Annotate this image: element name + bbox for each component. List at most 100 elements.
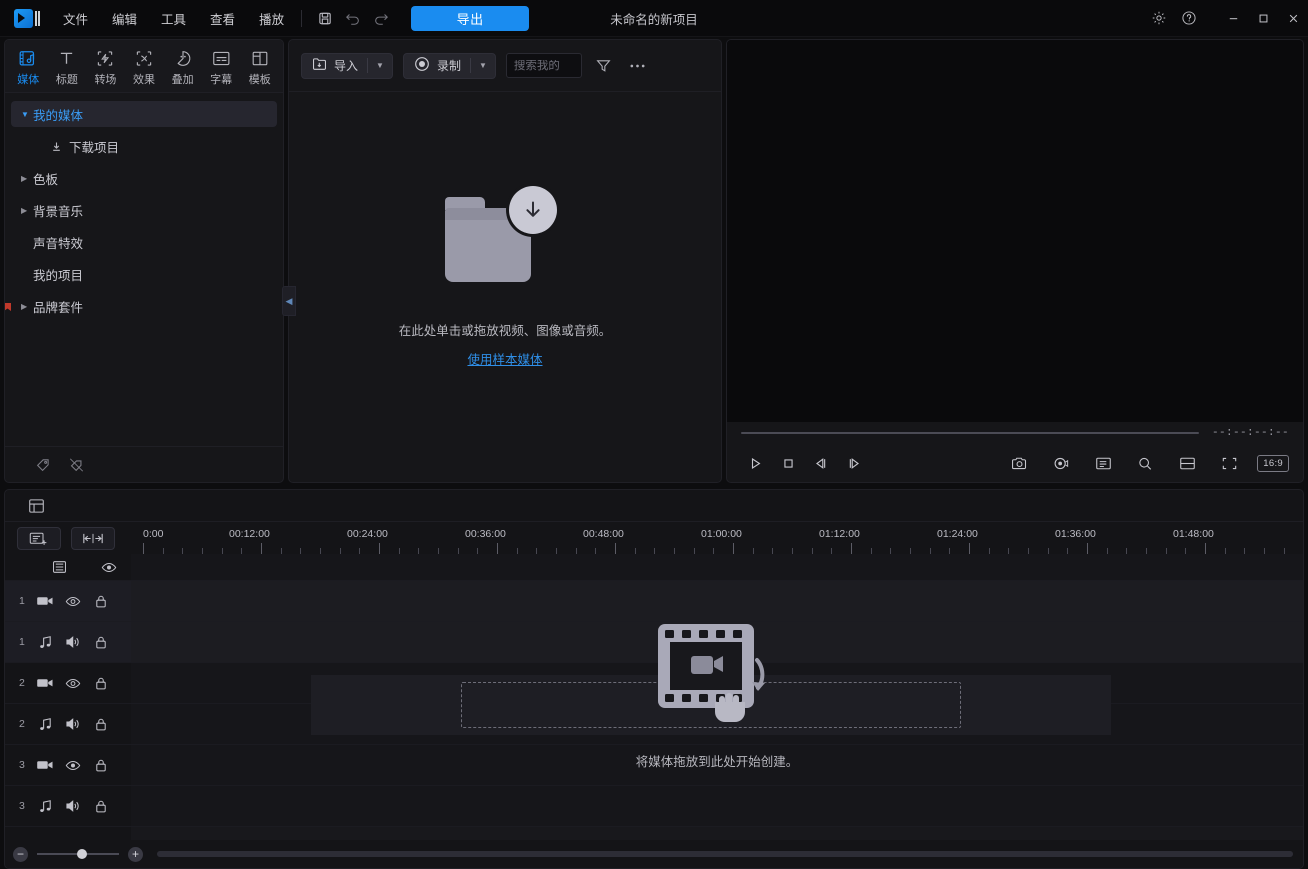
tab-transition[interactable]: 转场 — [86, 46, 125, 87]
timeline-layout-icon[interactable] — [23, 494, 49, 518]
master-video-icon[interactable] — [45, 560, 73, 574]
eye-icon[interactable] — [95, 562, 123, 573]
menu-play[interactable]: 播放 — [248, 4, 295, 33]
panel-collapse-toggle[interactable]: ◀ — [282, 286, 296, 316]
tag-icon[interactable] — [35, 457, 52, 473]
menu-view[interactable]: 查看 — [199, 4, 246, 33]
tag-off-icon[interactable] — [68, 457, 85, 473]
track-header-video-2[interactable]: 2 — [5, 663, 131, 704]
preview-timecode: --:--:--:-- — [1211, 427, 1289, 439]
speaker-icon[interactable] — [59, 717, 87, 731]
lock-icon[interactable] — [87, 758, 115, 773]
record-button[interactable]: 录制 ▼ — [402, 52, 496, 79]
track-number: 1 — [19, 595, 25, 607]
tab-template[interactable]: 模板 — [240, 46, 279, 87]
sidebar-item-label: 我的项目 — [33, 268, 84, 283]
library-tree: ▼ 我的媒体 下载项目 ▶ 色板 ▶ 背景音乐 声音特效 我的项目 ▶ 品牌套件 — [5, 93, 283, 446]
ruler-tick — [733, 543, 734, 554]
maximize-icon[interactable] — [1248, 2, 1278, 34]
lock-icon[interactable] — [87, 594, 115, 609]
lock-icon[interactable] — [87, 799, 115, 814]
redo-icon[interactable] — [368, 6, 394, 30]
record-dot-icon[interactable] — [1047, 450, 1075, 476]
markers-list-icon[interactable] — [1089, 450, 1117, 476]
overlay-icon — [174, 49, 192, 68]
add-track-icon[interactable] — [17, 526, 61, 550]
preview-panel: --:--:--:-- 16:9 — [726, 39, 1304, 483]
tab-title[interactable]: 标题 — [48, 46, 87, 87]
track-header-video-3[interactable]: 3 — [5, 745, 131, 786]
sidebar-item-background-music[interactable]: ▶ 背景音乐 — [11, 197, 277, 223]
sidebar-item-brand-kit[interactable]: ▶ 品牌套件 — [5, 293, 277, 319]
master-track-header[interactable] — [5, 554, 131, 581]
search-input[interactable] — [505, 53, 582, 78]
menu-file[interactable]: 文件 — [52, 4, 99, 33]
track-header-audio-3[interactable]: 3 — [5, 786, 131, 827]
chevron-right-icon: ▶ — [21, 173, 28, 183]
horizontal-scrollbar[interactable] — [157, 851, 1293, 857]
main-menu: 文件 编辑 工具 查看 播放 — [52, 4, 295, 33]
help-icon[interactable] — [1174, 2, 1204, 34]
sidebar-item-downloads[interactable]: 下载项目 — [11, 133, 277, 159]
lock-icon[interactable] — [87, 676, 115, 691]
chevron-down-icon[interactable]: ▼ — [471, 54, 495, 78]
fullscreen-icon[interactable] — [1215, 450, 1243, 476]
tab-media[interactable]: 媒体 — [9, 46, 48, 87]
lock-icon[interactable] — [87, 635, 115, 650]
close-icon[interactable] — [1278, 2, 1308, 34]
prev-frame-icon[interactable] — [807, 450, 835, 476]
zoom-out-button[interactable]: − — [13, 846, 28, 862]
eye-icon[interactable] — [59, 760, 87, 771]
lock-icon[interactable] — [87, 717, 115, 732]
split-view-icon[interactable] — [1173, 450, 1201, 476]
track-header-video-1[interactable]: 1 — [5, 581, 131, 622]
tab-title-label: 标题 — [55, 73, 78, 86]
track-header-audio-1[interactable]: 1 — [5, 622, 131, 663]
sidebar-item-my-projects[interactable]: 我的项目 — [11, 261, 277, 287]
zoom-slider-handle[interactable] — [77, 849, 88, 859]
more-options-icon[interactable] — [626, 54, 650, 78]
media-empty-state[interactable]: 在此处单击或拖放视频、图像或音频。 使用样本媒体 — [289, 92, 721, 482]
filter-icon[interactable] — [592, 54, 616, 78]
stop-icon[interactable] — [774, 450, 802, 476]
save-icon[interactable] — [312, 6, 338, 30]
playback-buttons: 16:9 — [727, 444, 1303, 482]
track-header-audio-2[interactable]: 2 — [5, 704, 131, 745]
upper-area: 媒体 标题 转场 效果 叠加 字幕 模板 ▼ 我的媒体 下载项目 ▶ 色板 ▶ … — [0, 37, 1308, 483]
speaker-icon[interactable] — [59, 635, 87, 649]
search-field[interactable] — [513, 59, 574, 72]
tab-effects[interactable]: 效果 — [125, 46, 164, 87]
sidebar-item-sound-effects[interactable]: 声音特效 — [11, 229, 277, 255]
sidebar-item-my-media[interactable]: ▼ 我的媒体 — [11, 101, 277, 127]
menu-tools[interactable]: 工具 — [150, 4, 197, 33]
eye-icon[interactable] — [59, 678, 87, 689]
camera-icon[interactable] — [1005, 450, 1033, 476]
zoom-in-button[interactable]: + — [128, 846, 143, 862]
zoom-icon[interactable] — [1131, 450, 1159, 476]
aspect-ratio-button[interactable]: 16:9 — [1257, 454, 1289, 472]
import-button[interactable]: 导入 ▼ — [301, 52, 393, 79]
use-sample-media-link[interactable]: 使用样本媒体 — [467, 349, 542, 368]
chevron-down-icon[interactable]: ▼ — [368, 54, 392, 78]
minimize-icon[interactable] — [1218, 2, 1248, 34]
next-frame-icon[interactable] — [840, 450, 868, 476]
sidebar-item-color-board[interactable]: ▶ 色板 — [11, 165, 277, 191]
menu-edit[interactable]: 编辑 — [101, 4, 148, 33]
eye-icon[interactable] — [59, 596, 87, 607]
music-note-icon — [31, 717, 59, 732]
tab-subtitle[interactable]: 字幕 — [202, 46, 241, 87]
timeline-canvas[interactable]: 将媒体拖放到此处开始创建。 — [131, 554, 1303, 840]
play-icon[interactable] — [741, 450, 769, 476]
drop-target[interactable] — [461, 682, 961, 728]
gear-icon[interactable] — [1144, 2, 1174, 34]
timeline-ruler[interactable]: 0:00 00:12:00 00:24:00 00:36:00 00:48:00… — [131, 522, 1303, 554]
undo-icon[interactable] — [340, 6, 366, 30]
sidebar-item-label: 声音特效 — [33, 236, 84, 251]
seek-slider[interactable] — [741, 432, 1199, 434]
speaker-icon[interactable] — [59, 799, 87, 813]
fit-to-screen-icon[interactable] — [71, 526, 115, 550]
tab-overlay[interactable]: 叠加 — [163, 46, 202, 87]
export-button[interactable]: 导出 — [411, 5, 530, 31]
zoom-slider[interactable] — [37, 847, 119, 861]
preview-stage[interactable] — [727, 40, 1303, 422]
